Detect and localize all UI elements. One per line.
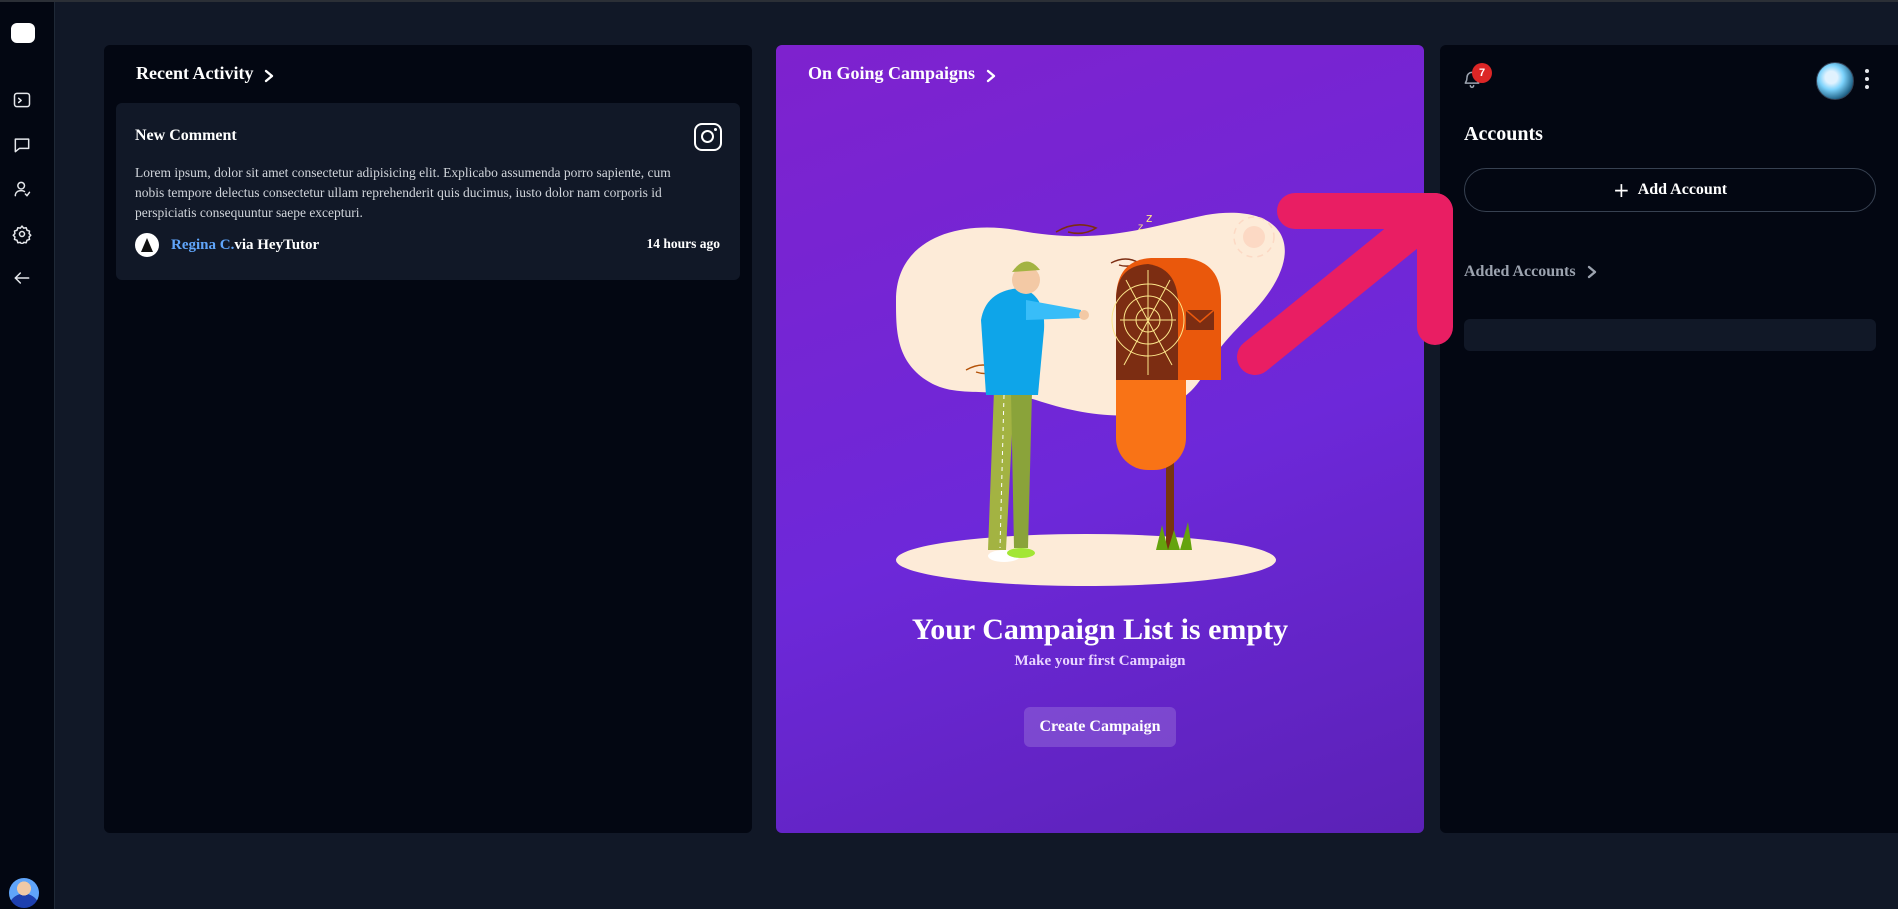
empty-state-title: Your Campaign List is empty xyxy=(911,613,1289,646)
chevron-right-icon xyxy=(263,67,275,82)
activity-card[interactable]: New Comment Lorem ipsum, dolor sit amet … xyxy=(116,103,740,280)
gear-icon[interactable] xyxy=(8,220,36,248)
current-user-avatar[interactable] xyxy=(9,878,39,908)
account-list-placeholder xyxy=(1464,319,1876,351)
chevron-right-icon xyxy=(1586,265,1598,279)
accounts-title: Accounts xyxy=(1464,123,1543,145)
ongoing-campaigns-title: On Going Campaigns xyxy=(808,63,976,83)
ongoing-campaigns-panel: On Going Campaigns z z Your Campaign Lis… xyxy=(776,45,1424,833)
create-campaign-button[interactable]: Create Campaign xyxy=(1024,707,1176,747)
profile-avatar[interactable] xyxy=(1816,62,1854,100)
ongoing-campaigns-header[interactable]: On Going Campaigns xyxy=(808,63,997,84)
activity-card-title: New Comment xyxy=(135,127,237,144)
accounts-panel: 7 Accounts + Add Account Added Accounts xyxy=(1440,45,1898,833)
svg-text:z: z xyxy=(1146,211,1152,225)
recent-activity-header[interactable]: Recent Activity xyxy=(136,63,275,84)
recent-activity-title: Recent Activity xyxy=(136,63,254,83)
more-options-icon[interactable] xyxy=(1864,69,1870,89)
add-account-label: Add Account xyxy=(1637,181,1728,198)
instagram-icon xyxy=(694,123,722,151)
user-icon[interactable] xyxy=(8,175,36,203)
empty-mailbox-illustration: z z xyxy=(896,211,1285,586)
activity-card-footer: Regina C.via HeyTutor xyxy=(135,233,319,257)
recent-activity-panel: Recent Activity New Comment Lorem ipsum,… xyxy=(104,45,752,833)
add-account-button[interactable]: + Add Account xyxy=(1464,168,1876,212)
chevron-right-icon xyxy=(985,67,997,82)
notification-badge: 7 xyxy=(1472,63,1492,83)
activity-card-body: Lorem ipsum, dolor sit amet consectetur … xyxy=(135,165,671,220)
svg-text:z: z xyxy=(1138,222,1143,233)
commenter-source: via HeyTutor xyxy=(234,236,320,253)
empty-state-subtitle: Make your first Campaign xyxy=(1014,653,1186,669)
chat-icon[interactable] xyxy=(8,131,36,159)
added-accounts-title: Added Accounts xyxy=(1464,263,1576,280)
back-arrow-icon[interactable] xyxy=(8,264,36,292)
left-sidebar xyxy=(0,2,55,909)
added-accounts-header[interactable]: Added Accounts xyxy=(1464,263,1598,281)
app-logo[interactable] xyxy=(11,23,35,43)
terminal-icon[interactable] xyxy=(8,86,36,114)
plus-icon: + xyxy=(1612,178,1630,202)
activity-timestamp: 14 hours ago xyxy=(646,236,720,251)
commenter-avatar xyxy=(135,233,159,257)
commenter-name[interactable]: Regina C. xyxy=(171,237,234,253)
